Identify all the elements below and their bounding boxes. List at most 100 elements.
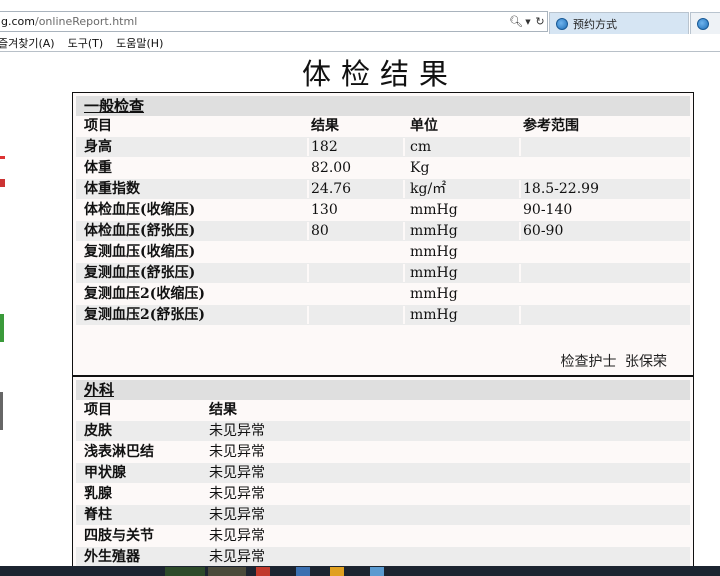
table-row: 四肢与关节 未见异常 <box>76 526 690 546</box>
column-divider <box>307 306 309 324</box>
taskbar <box>0 566 720 576</box>
cell-result: 未见异常 <box>209 465 265 481</box>
menu-tools[interactable]: 도구(T) <box>68 35 104 51</box>
page-title: 体检结果 <box>301 57 458 91</box>
cell-unit: kg/㎡ <box>410 181 447 197</box>
table-row: 脊柱 未见异常 <box>76 505 690 525</box>
tab-active[interactable]: 预约方式 <box>549 12 689 34</box>
column-divider <box>403 159 405 177</box>
ie-page-icon <box>556 17 568 30</box>
menu-favorites[interactable]: 즐겨찾기(A) <box>0 35 55 51</box>
col-header-result: 结果 <box>311 118 339 134</box>
nurse-name: 张保荣 <box>625 354 667 370</box>
column-divider <box>307 180 309 198</box>
cell-result: 24.76 <box>311 181 352 197</box>
column-divider <box>403 285 405 303</box>
col-header-result: 结果 <box>209 402 237 418</box>
section-heading: 外科 <box>76 380 690 400</box>
cell-item: 体重 <box>84 160 112 176</box>
tab-second[interactable] <box>690 12 720 34</box>
cell-result: 未见异常 <box>209 444 265 460</box>
cell-item: 身高 <box>84 139 112 155</box>
table-row: 皮肤 未见异常 <box>76 421 690 441</box>
column-divider <box>307 243 309 261</box>
column-divider <box>403 201 405 219</box>
cell-item: 皮肤 <box>84 423 112 439</box>
cell-result: 80 <box>311 223 329 239</box>
cell-unit: Kg <box>410 160 430 176</box>
ie-page-icon <box>697 17 709 30</box>
nurse-signature: 检查护士 张保荣 <box>561 351 667 371</box>
cell-range: 90-140 <box>523 202 573 218</box>
table-row: 乳腺 未见异常 <box>76 484 690 504</box>
address-bar[interactable]: g.com/onlineReport.html 🔍︎ ▼ ↻ <box>0 11 548 32</box>
cell-result: 未见异常 <box>209 486 265 502</box>
cell-item: 复测血压2(舒张压) <box>84 307 205 323</box>
column-divider <box>307 159 309 177</box>
column-divider <box>307 285 309 303</box>
cell-unit: mmHg <box>410 244 458 260</box>
cell-item: 复测血压(收缩压) <box>84 244 196 260</box>
table-row: 身高 182 cm <box>76 137 690 157</box>
section-heading: 一般检查 <box>76 96 690 116</box>
column-divider <box>519 159 521 177</box>
general-exam-section: 一般检查 项目 结果 单位 参考范围 身高 182 cm 体重 82.00 Kg 体重指数 2… <box>72 92 694 376</box>
cell-item: 甲状腺 <box>84 465 126 481</box>
column-divider <box>403 243 405 261</box>
table-row: 体重 82.00 Kg <box>76 158 690 178</box>
cell-range: 60-90 <box>523 223 564 239</box>
table-row: 外生殖器 未见异常 <box>76 547 690 567</box>
column-divider <box>307 222 309 240</box>
column-divider <box>403 264 405 282</box>
column-divider <box>307 264 309 282</box>
cell-result: 182 <box>311 139 338 155</box>
nurse-label: 检查护士 <box>560 354 617 370</box>
cell-unit: cm <box>410 139 432 155</box>
col-header-item: 项目 <box>84 402 112 418</box>
column-divider <box>519 180 521 198</box>
section-heading-text: 外科 <box>84 381 115 399</box>
cell-unit: mmHg <box>410 307 458 323</box>
address-path: /onlineReport.html <box>34 15 138 28</box>
chevron-down-icon[interactable]: ▼ <box>523 18 533 26</box>
table-header-row: 项目 结果 <box>76 400 690 420</box>
refresh-icon[interactable]: ↻ <box>533 15 547 28</box>
cell-item: 体检血压(舒张压) <box>84 223 196 239</box>
address-url[interactable]: g.com/onlineReport.html <box>0 15 509 28</box>
table-row: 体检血压(收缩压) 130 mmHg 90-140 <box>76 200 690 220</box>
table-row: 复测血压(舒张压) mmHg <box>76 263 690 283</box>
column-divider <box>519 264 521 282</box>
cell-result: 未见异常 <box>209 549 265 565</box>
cell-unit: mmHg <box>410 286 458 302</box>
cell-item: 体检血压(收缩压) <box>84 202 196 218</box>
column-divider <box>519 201 521 219</box>
cell-item: 脊柱 <box>84 507 112 523</box>
cell-result: 未见异常 <box>209 423 265 439</box>
column-divider <box>519 243 521 261</box>
menu-help[interactable]: 도움말(H) <box>116 35 163 51</box>
cell-result: 未见异常 <box>209 528 265 544</box>
cell-unit: mmHg <box>410 223 458 239</box>
cell-unit: mmHg <box>410 202 458 218</box>
table-header-row: 项目 结果 单位 参考范围 <box>76 116 690 136</box>
table-row: 复测血压2(收缩压) mmHg <box>76 284 690 304</box>
cell-unit: mmHg <box>410 265 458 281</box>
column-divider <box>519 138 521 156</box>
surgery-section: 外科 项目 结果 皮肤 未见异常 浅表淋巴结 未见异常 甲状腺 未见异常 乳腺 未见异常 脊柱未… <box>72 376 694 567</box>
address-host: g.com <box>1 15 35 28</box>
cell-item: 复测血压2(收缩压) <box>84 286 205 302</box>
table-row: 甲状腺 未见异常 <box>76 463 690 483</box>
cell-item: 四肢与关节 <box>84 528 154 544</box>
search-icon[interactable]: 🔍︎ <box>509 15 523 28</box>
cell-result: 82.00 <box>311 160 352 176</box>
menu-bar: 즐겨찾기(A) 도구(T) 도움말(H) <box>0 34 720 51</box>
cell-item: 外生殖器 <box>84 549 140 565</box>
col-header-range: 参考范围 <box>523 118 579 134</box>
column-divider <box>519 306 521 324</box>
column-divider <box>307 138 309 156</box>
cell-item: 体重指数 <box>84 181 140 197</box>
column-divider <box>519 285 521 303</box>
column-divider <box>519 222 521 240</box>
left-page-edge <box>0 52 8 552</box>
column-divider <box>403 306 405 324</box>
